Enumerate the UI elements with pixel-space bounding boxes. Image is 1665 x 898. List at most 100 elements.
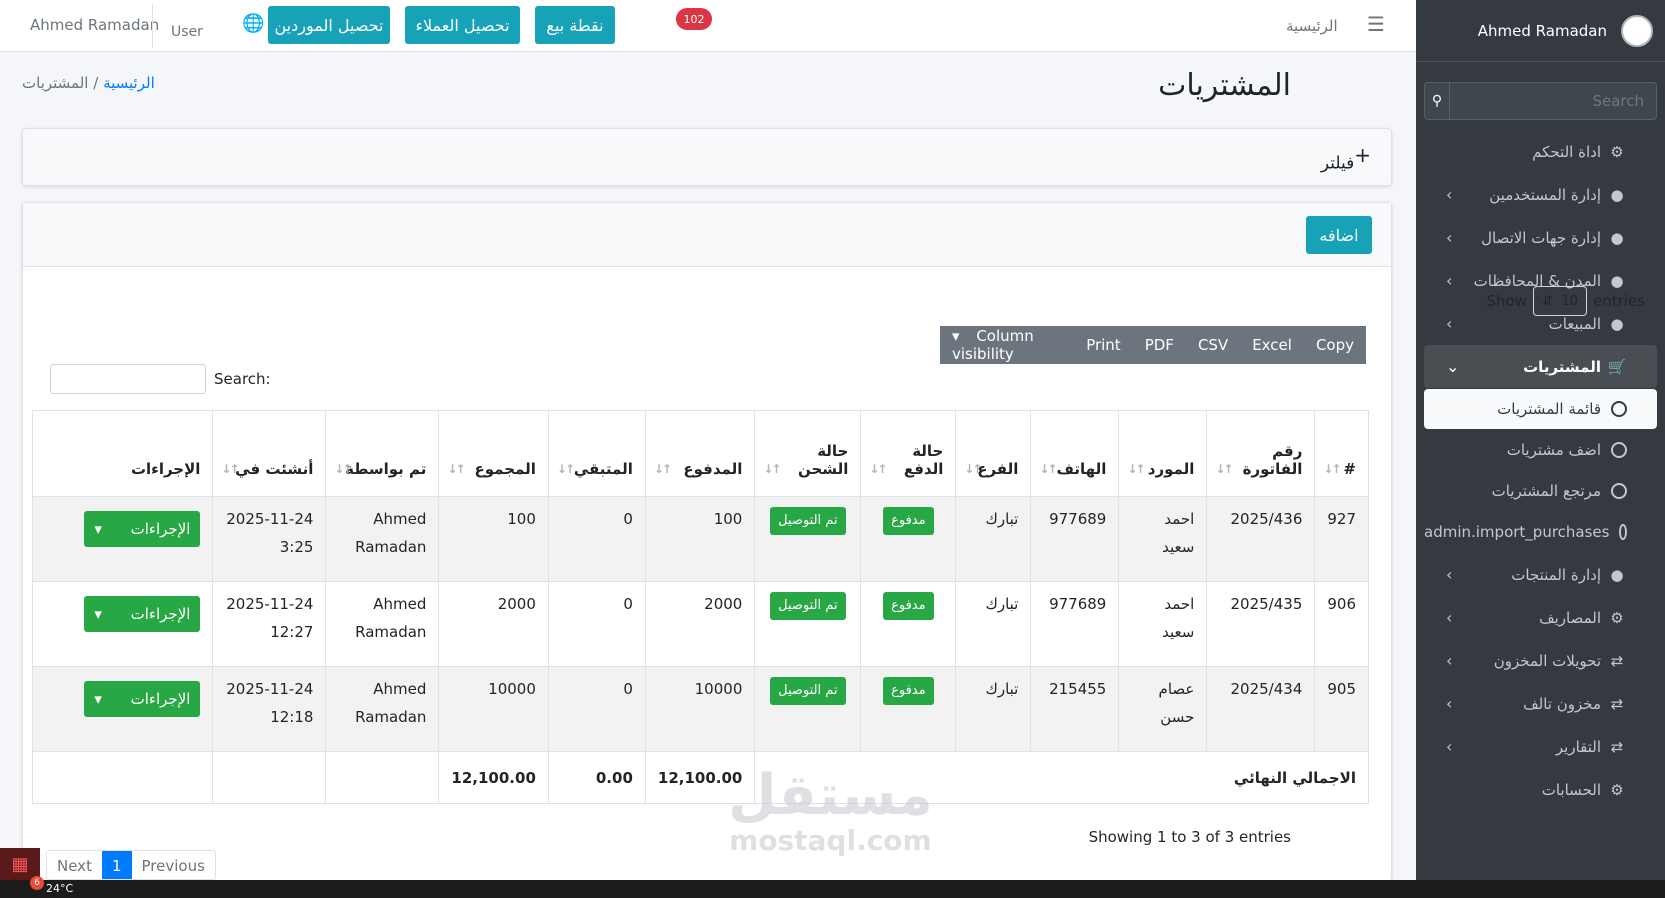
pagination-info: Showing 1 to 3 of 3 entries: [1088, 828, 1291, 846]
laravel-debug-icon[interactable]: ▦: [0, 848, 40, 880]
filter-toggle[interactable]: فيلتر+: [1321, 143, 1371, 174]
col-header-actions: الإجراءات: [31, 410, 214, 497]
sidebar-item-expenses[interactable]: ‹ المصاريف ⚙: [1424, 596, 1657, 639]
sidebar-item-stock-transfers[interactable]: ‹ تحويلات المخزون ⇄: [1424, 639, 1657, 682]
pagination: Next 1 Previous: [46, 850, 216, 880]
sidebar-subitem-import-purchases[interactable]: admin.import_purchases: [1424, 512, 1657, 552]
circle-icon: [1619, 524, 1627, 540]
col-header-created-by[interactable]: تم بواسطة ↑↓: [325, 410, 440, 497]
sidebar-item-purchases[interactable]: ⌄ المشتريات 🛒: [1424, 345, 1657, 388]
user-icon: ●: [1610, 228, 1624, 247]
sidebar-item-reports[interactable]: ‹ التقارير ⇄: [1424, 725, 1657, 768]
sidebar-search-input[interactable]: [1450, 83, 1656, 119]
sidebar-item-contacts[interactable]: ‹ إدارة جهات الاتصال ●: [1424, 216, 1657, 259]
col-header-phone[interactable]: الهاتف ↑↓: [1030, 410, 1120, 497]
sort-icon: ↑↓: [334, 462, 352, 476]
col-header-created-at[interactable]: أنشئت في ↑↓: [212, 410, 327, 497]
breadcrumb-current: المشتريات: [22, 74, 89, 92]
excel-button[interactable]: Excel: [1240, 336, 1304, 354]
sidebar-item-accounts[interactable]: الحسابات ⚙: [1424, 768, 1657, 811]
sidebar-subitem-purchase-list[interactable]: قائمة المشتريات: [1424, 389, 1657, 429]
pos-button[interactable]: نقطة بيع: [535, 6, 615, 44]
sidebar-item-dashboard[interactable]: اداة التحكم ⚙: [1424, 130, 1657, 173]
chevron-left-icon: ‹: [1446, 185, 1453, 204]
weather-temp[interactable]: 24°C: [46, 882, 73, 895]
column-visibility-button[interactable]: ▾ Column visibility: [940, 327, 1074, 363]
supplier-collection-button[interactable]: تحصيل الموردين: [268, 6, 390, 44]
entries-select[interactable]: ⇵ 10: [1533, 286, 1587, 316]
avatar[interactable]: [1621, 14, 1653, 47]
col-header-supplier[interactable]: المورد ↑↓: [1118, 410, 1208, 497]
pagination-previous[interactable]: Previous: [132, 851, 215, 879]
chevron-left-icon: ‹: [1446, 271, 1453, 290]
table-search-label: Search:: [214, 370, 271, 388]
col-header-shipping-status[interactable]: حالة الشحن ↑↓: [754, 410, 862, 497]
sort-icon: ↑↓: [1039, 462, 1057, 476]
globe-icon[interactable]: 🌐: [242, 13, 264, 34]
actions-dropdown-button[interactable]: الإجراءات ▾: [84, 511, 201, 547]
sidebar-item-products[interactable]: ‹ إدارة المنتجات ●: [1424, 553, 1657, 596]
show-entries-control: Show ⇵ 10 entries: [1487, 286, 1645, 316]
col-header-remaining[interactable]: المتبقي ↑↓: [547, 410, 646, 497]
circle-icon: [1611, 401, 1627, 417]
sidebar-subitem-purchase-return[interactable]: مرتجع المشتريات: [1424, 471, 1657, 511]
col-header-invoice[interactable]: رقم الفاتورة ↑↓: [1206, 410, 1316, 497]
sidebar: Ahmed Ramadan ⚲ اداة التحكم⚙ ‹إدارة المس…: [1416, 0, 1665, 880]
search-icon[interactable]: ⚲: [1425, 83, 1450, 119]
user-icon: ●: [1610, 185, 1624, 204]
plus-icon: +: [1354, 143, 1371, 167]
col-header-total[interactable]: المجموع ↑↓: [438, 410, 549, 497]
chevron-left-icon: ‹: [1446, 737, 1453, 756]
sidebar-subitem-add-purchase[interactable]: اضف مشتريات: [1424, 430, 1657, 470]
caret-down-icon: ▾: [94, 520, 102, 538]
actions-dropdown-button[interactable]: الإجراءات ▾: [84, 596, 201, 632]
export-buttons: Copy Excel CSV PDF Print ▾ Column visibi…: [940, 326, 1366, 364]
print-button[interactable]: Print: [1074, 336, 1133, 354]
sort-icon: ↑↓: [653, 462, 672, 476]
user-avatar[interactable]: User: [152, 4, 203, 48]
menu-toggle-icon[interactable]: ☰: [1367, 12, 1385, 36]
add-purchase-button[interactable]: اضافه: [1306, 216, 1372, 254]
user-icon: ●: [1610, 565, 1624, 584]
col-header-branch[interactable]: الفرع ↑↓: [955, 410, 1032, 497]
col-header-payment-status[interactable]: حالة الدفع ↑↓: [860, 410, 957, 497]
table-search-input[interactable]: [50, 364, 206, 394]
col-header-id[interactable]: # ↑↓: [1314, 410, 1369, 497]
filter-card[interactable]: فيلتر+: [22, 128, 1392, 186]
navbar-user-name[interactable]: Ahmed Ramadan: [30, 16, 159, 34]
sidebar-search: ⚲: [1424, 82, 1657, 120]
payment-status-badge: مدفوع: [883, 507, 934, 535]
sort-icon: ↑↓: [763, 462, 781, 476]
sidebar-user-name[interactable]: Ahmed Ramadan: [1478, 22, 1607, 40]
customer-collection-button[interactable]: تحصيل العملاء: [405, 6, 520, 44]
caret-down-icon: ▾: [94, 690, 102, 708]
breadcrumb-home-link[interactable]: الرئيسية: [103, 74, 155, 92]
dashboard-icon: ⚙: [1610, 142, 1624, 161]
sidebar-item-users[interactable]: ‹ إدارة المستخدمين ●: [1424, 173, 1657, 216]
pdf-button[interactable]: PDF: [1133, 336, 1186, 354]
nav-home-link[interactable]: الرئيسية: [1286, 17, 1338, 35]
exchange-icon: ⇄: [1610, 651, 1624, 670]
sort-updown-icon: ⇵: [1542, 293, 1553, 309]
table-search: [50, 364, 206, 394]
csv-button[interactable]: CSV: [1186, 336, 1240, 354]
copy-button[interactable]: Copy: [1304, 336, 1366, 354]
pagination-next[interactable]: Next: [47, 851, 102, 879]
user-icon: ●: [1610, 314, 1624, 333]
actions-dropdown-button[interactable]: الإجراءات ▾: [84, 681, 201, 717]
page-title: المشتريات: [1158, 68, 1291, 103]
cart-icon: 🛒: [1607, 357, 1627, 376]
sidebar-item-damaged-stock[interactable]: ‹ مخزون تالف ⇄: [1424, 682, 1657, 725]
payment-status-badge: مدفوع: [883, 592, 934, 620]
weather-notification-badge: 6: [30, 876, 44, 890]
col-header-paid[interactable]: المدفوع ↑↓: [644, 410, 756, 497]
sort-icon: ↑↓: [447, 462, 465, 476]
sort-icon: ↑↓: [964, 462, 982, 476]
sort-icon: ↑↓: [556, 462, 575, 476]
caret-down-icon: ▾: [94, 605, 102, 623]
pagination-page-1[interactable]: 1: [101, 851, 132, 879]
total-remaining: 0.00: [547, 751, 646, 804]
dashboard-icon: ⚙: [1610, 780, 1624, 799]
sidebar-user-panel[interactable]: Ahmed Ramadan: [1416, 0, 1665, 62]
notification-badge[interactable]: 102: [676, 8, 712, 30]
